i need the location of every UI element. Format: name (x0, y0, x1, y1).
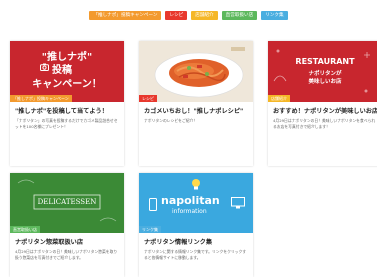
store-title[interactable]: おすすめ！ナポリタンが美味しいお店 (268, 102, 377, 116)
links-badge: リンク集 (139, 226, 161, 233)
store-thumbnail: RESTAURANT ナポリタンが 美味しいお店 店舗紹介 (268, 41, 377, 102)
campaign-thumb-line3: キャンペーン！ (32, 79, 102, 90)
card-deli[interactable]: DELICATESSEN 直営取扱い店 ナポリタン惣菜取扱い店 4月29日はナポ… (10, 173, 124, 277)
campaign-desc: 「ナポリタン」の写真を投稿するだけでカゴメ製品詰合せセットを100名様にプレゼン… (15, 118, 118, 129)
deli-title[interactable]: ナポリタン惣菜取扱い店 (10, 233, 124, 247)
card-recipe[interactable]: レシピ カゴメいちおし！"推しナポレシピ" ナポリタンのレシピをご紹介！ (139, 41, 253, 166)
links-title[interactable]: ナポリタン情報リンク集 (139, 233, 253, 247)
deli-thumbnail: DELICATESSEN 直営取扱い店 (10, 173, 124, 233)
lightbulb-icon (192, 179, 200, 190)
tag-links[interactable]: リンク集 (261, 11, 288, 20)
camera-icon (40, 63, 49, 71)
recipe-badge: レシピ (139, 95, 157, 102)
store-badge: 店舗紹介 (268, 95, 290, 102)
store-thumb-line1: RESTAURANT (295, 57, 355, 66)
links-thumb-line1: napolitan (161, 194, 220, 207)
smartphone-icon (149, 198, 157, 211)
deli-badge: 直営取扱い店 (10, 226, 40, 233)
tag-recipe[interactable]: レシピ (165, 11, 188, 20)
campaign-badge: 「推しナポ」投稿キャンペーン (10, 95, 72, 102)
campaign-title[interactable]: "推しナポ"を投稿して当てよう！ (10, 102, 124, 116)
card-links[interactable]: napolitan information リンク集 ナポリタン情報リンク集 ナ… (139, 173, 253, 277)
links-desc: ナポリタンに関する情報リンク集です。リンクをクリックすると各情報サイトに移動しま… (144, 249, 247, 260)
recipe-desc: ナポリタンのレシピをご紹介！ (144, 118, 198, 123)
tag-campaign[interactable]: 「推しナポ」投稿キャンペーン (89, 11, 162, 20)
category-tag-bar: 「推しナポ」投稿キャンペーン レシピ 店舗紹介 直営取扱い店 リンク集 (0, 11, 377, 20)
napolitan-plate-image (139, 41, 253, 102)
tag-store[interactable]: 店舗紹介 (191, 11, 218, 20)
store-thumb-line2: ナポリタンが (308, 71, 342, 77)
card-campaign[interactable]: "推しナポ" 投稿 キャンペーン！ 「推しナポ」投稿キャンペーン "推しナポ"を… (10, 41, 124, 166)
campaign-thumb-line2: 投稿 (52, 65, 72, 76)
campaign-thumbnail: "推しナポ" 投稿 キャンペーン！ 「推しナポ」投稿キャンペーン (10, 41, 124, 102)
monitor-icon (231, 197, 245, 209)
card-store[interactable]: RESTAURANT ナポリタンが 美味しいお店 店舗紹介 おすすめ！ナポリタン… (268, 41, 377, 166)
recipe-title[interactable]: カゴメいちおし！"推しナポレシピ" (139, 102, 253, 116)
recipe-thumbnail: レシピ (139, 41, 253, 102)
deli-desc: 4月29日はナポリタンの日！美味しいナポリタン惣菜を取り扱う惣菜店を写真付きでご… (15, 249, 118, 260)
deli-thumb-text: DELICATESSEN (37, 198, 97, 206)
links-thumbnail: napolitan information リンク集 (139, 173, 253, 233)
links-thumb-line2: information (172, 208, 207, 215)
store-thumb-line3: 美味しいお店 (308, 79, 342, 85)
tag-deli[interactable]: 直営取扱い店 (221, 11, 258, 20)
store-desc: 4月29日はナポリタンの日！美味しいナポリタンを食べられるお店を写真付きで紹介し… (273, 118, 376, 129)
